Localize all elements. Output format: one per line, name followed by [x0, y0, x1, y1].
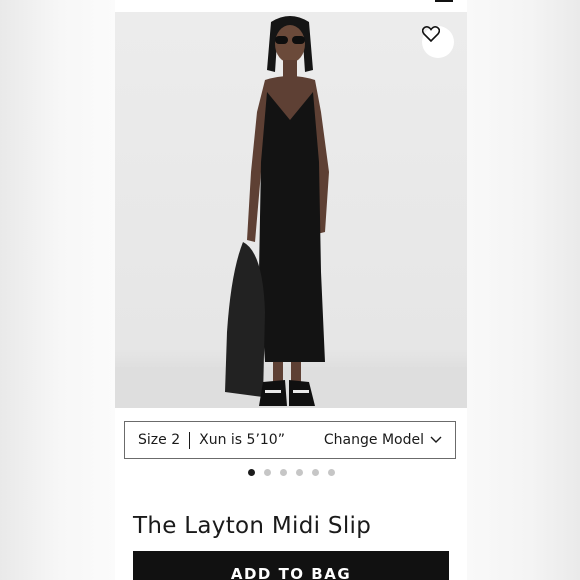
carousel-dots: [115, 469, 467, 476]
carousel-dot[interactable]: [327, 469, 335, 476]
size-label: Size 2: [138, 432, 181, 448]
wishlist-button[interactable]: [422, 26, 454, 58]
add-to-bag-button[interactable]: ADD TO BAG: [133, 551, 449, 580]
carousel-dot[interactable]: [279, 469, 287, 476]
size-model-selector[interactable]: Size 2 Xun is 5’10” Change Model: [124, 421, 456, 459]
carousel-dot[interactable]: [295, 469, 303, 476]
chevron-down-icon: [430, 436, 442, 443]
product-title: The Layton Midi Slip: [133, 513, 372, 539]
change-model-label: Change Model: [323, 432, 424, 448]
heart-icon: [422, 26, 440, 42]
divider: [189, 431, 191, 449]
model-info: Xun is 5’10”: [199, 432, 285, 448]
product-page: Size 2 Xun is 5’10” Change Model The Lay…: [115, 0, 467, 580]
carousel-dot[interactable]: [263, 469, 271, 476]
change-model-button[interactable]: Change Model: [324, 432, 442, 448]
carousel-dot[interactable]: [247, 469, 255, 476]
carousel-dot[interactable]: [311, 469, 319, 476]
menu-icon[interactable]: [435, 0, 453, 4]
model-photo-illustration: [115, 16, 467, 408]
product-image[interactable]: [115, 12, 467, 408]
